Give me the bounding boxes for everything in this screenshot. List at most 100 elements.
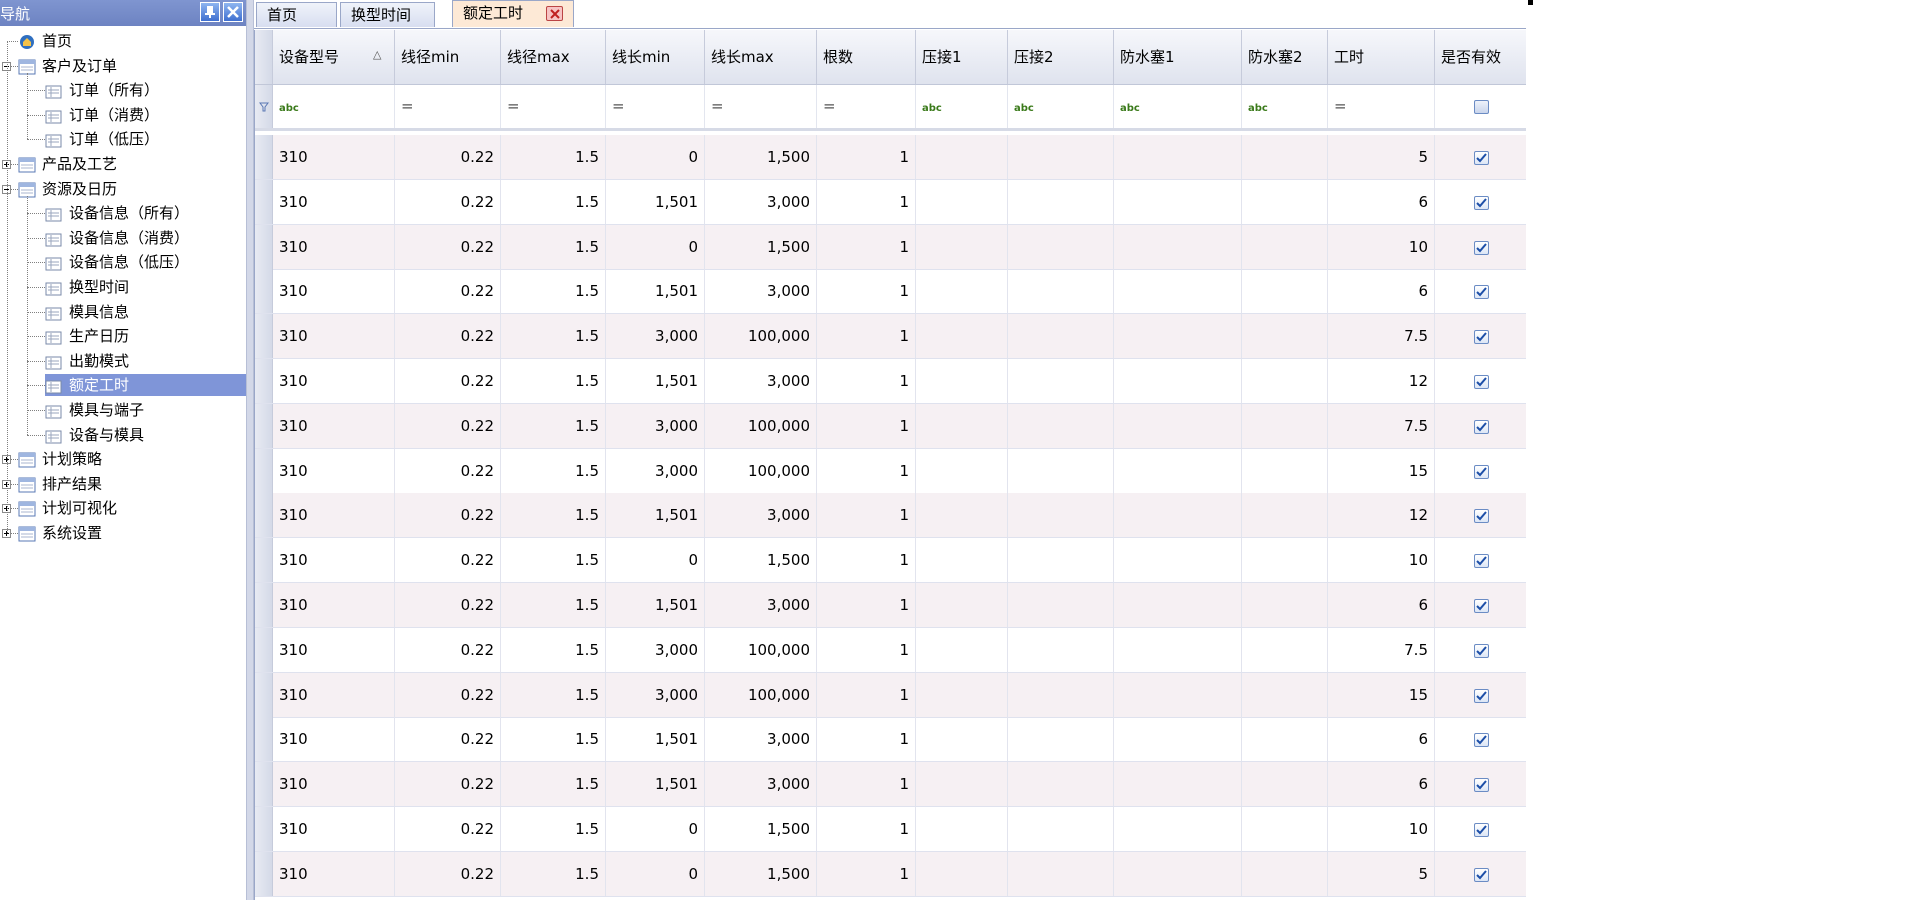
valid-checkbox[interactable] [1474,822,1489,837]
row-indicator[interactable] [255,673,273,717]
filter-cell[interactable]: = [606,85,705,128]
table-cell[interactable] [1008,673,1114,717]
table-cell[interactable]: 310 [273,449,395,493]
table-cell[interactable]: 100,000 [705,314,817,358]
table-cell[interactable]: 310 [273,135,395,179]
table-cell[interactable] [1242,538,1328,582]
column-header[interactable]: 线长min [606,30,705,84]
table-cell[interactable]: 0 [606,135,705,179]
table-cell[interactable]: 1 [817,404,916,448]
close-tab-button[interactable] [546,6,563,21]
table-cell[interactable]: 0.22 [395,673,501,717]
table-cell[interactable]: 1,500 [705,852,817,896]
table-cell[interactable]: 3,000 [705,359,817,403]
table-cell[interactable]: 0.22 [395,359,501,403]
table-cell[interactable]: 1,500 [705,135,817,179]
table-cell[interactable] [1008,852,1114,896]
valid-checkbox[interactable] [1474,240,1489,255]
table-cell[interactable] [916,538,1008,582]
row-indicator[interactable] [255,225,273,269]
table-cell[interactable] [1435,404,1526,448]
table-cell[interactable] [1008,359,1114,403]
table-cell[interactable] [1008,269,1114,313]
table-cell[interactable]: 0.22 [395,538,501,582]
table-cell[interactable]: 10 [1328,225,1435,269]
column-header[interactable]: 压接1 [916,30,1008,84]
table-cell[interactable]: 0.22 [395,314,501,358]
table-cell[interactable]: 0.22 [395,583,501,627]
table-cell[interactable]: 0.22 [395,717,501,761]
table-cell[interactable]: 1.5 [501,852,606,896]
valid-checkbox[interactable] [1474,195,1489,210]
row-indicator[interactable] [255,538,273,582]
table-cell[interactable]: 1 [817,852,916,896]
table-cell[interactable] [1008,404,1114,448]
valid-checkbox[interactable] [1474,284,1489,299]
table-cell[interactable]: 1.5 [501,628,606,672]
table-cell[interactable]: 3,000 [705,493,817,537]
table-cell[interactable] [1114,493,1242,537]
table-cell[interactable]: 3,000 [705,762,817,806]
table-cell[interactable]: 0 [606,538,705,582]
table-cell[interactable]: 310 [273,583,395,627]
table-cell[interactable]: 12 [1328,359,1435,403]
table-row[interactable]: 310 0.22 1.5 1,501 3,000 1 12 [255,359,1526,404]
table-cell[interactable]: 310 [273,359,395,403]
table-cell[interactable] [916,314,1008,358]
table-cell[interactable] [916,493,1008,537]
table-cell[interactable]: 3,000 [606,404,705,448]
table-cell[interactable] [1114,135,1242,179]
table-cell[interactable]: 0.22 [395,852,501,896]
filter-cell[interactable] [1435,85,1526,128]
table-cell[interactable]: 1 [817,807,916,851]
row-indicator[interactable] [255,449,273,493]
table-cell[interactable]: 1,501 [606,762,705,806]
table-cell[interactable]: 5 [1328,852,1435,896]
table-cell[interactable] [1114,404,1242,448]
table-cell[interactable] [1242,852,1328,896]
table-cell[interactable]: 310 [273,673,395,717]
table-cell[interactable]: 1 [817,180,916,224]
table-cell[interactable] [1435,852,1526,896]
table-cell[interactable] [1008,493,1114,537]
table-cell[interactable] [1242,135,1328,179]
row-indicator[interactable] [255,628,273,672]
table-cell[interactable]: 7.5 [1328,404,1435,448]
table-row[interactable]: 310 0.22 1.5 3,000 100,000 1 15 [255,673,1526,718]
table-cell[interactable] [916,673,1008,717]
table-cell[interactable]: 310 [273,314,395,358]
table-cell[interactable]: 15 [1328,449,1435,493]
valid-checkbox[interactable] [1474,643,1489,658]
valid-checkbox[interactable] [1474,464,1489,479]
table-cell[interactable]: 1,501 [606,493,705,537]
table-cell[interactable]: 3,000 [606,673,705,717]
table-cell[interactable] [916,180,1008,224]
panel-splitter[interactable] [246,0,254,900]
tab-rated-hours[interactable]: 额定工时 [452,0,574,27]
table-cell[interactable]: 1.5 [501,359,606,403]
table-cell[interactable]: 3,000 [705,717,817,761]
table-cell[interactable]: 310 [273,493,395,537]
tab-home[interactable]: 首页 [256,2,337,27]
table-cell[interactable]: 0.22 [395,225,501,269]
table-cell[interactable]: 6 [1328,269,1435,313]
table-cell[interactable] [1242,493,1328,537]
table-cell[interactable]: 1 [817,314,916,358]
table-cell[interactable] [1114,717,1242,761]
column-header[interactable]: 压接2 [1008,30,1114,84]
table-cell[interactable]: 1.5 [501,135,606,179]
table-cell[interactable]: 3,000 [705,180,817,224]
table-cell[interactable]: 12 [1328,493,1435,537]
table-cell[interactable]: 1 [817,269,916,313]
column-header[interactable]: 防水塞1 [1114,30,1242,84]
table-cell[interactable] [1008,180,1114,224]
table-cell[interactable] [1008,225,1114,269]
table-cell[interactable]: 0 [606,225,705,269]
table-cell[interactable]: 1.5 [501,314,606,358]
column-header[interactable]: 线径max [501,30,606,84]
table-cell[interactable] [1242,314,1328,358]
table-row[interactable]: 310 0.22 1.5 1,501 3,000 1 6 [255,180,1526,225]
table-cell[interactable]: 1,501 [606,583,705,627]
table-cell[interactable]: 1 [817,493,916,537]
table-cell[interactable]: 1 [817,717,916,761]
